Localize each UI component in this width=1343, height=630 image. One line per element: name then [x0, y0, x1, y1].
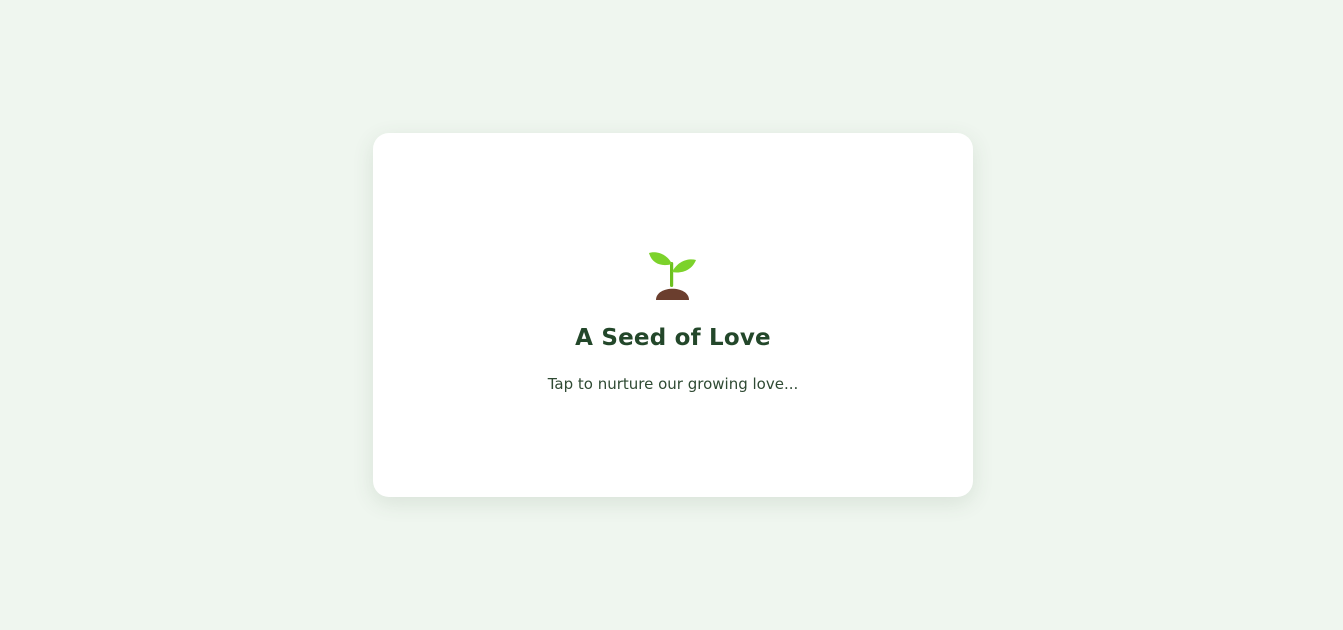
page-background: A Seed of Love Tap to nurture our growin…	[0, 0, 1343, 630]
seedling-icon	[649, 252, 696, 300]
card-title: A Seed of Love	[575, 325, 771, 351]
card-subtitle: Tap to nurture our growing love...	[547, 375, 799, 393]
love-seed-card[interactable]: A Seed of Love Tap to nurture our growin…	[373, 133, 973, 497]
